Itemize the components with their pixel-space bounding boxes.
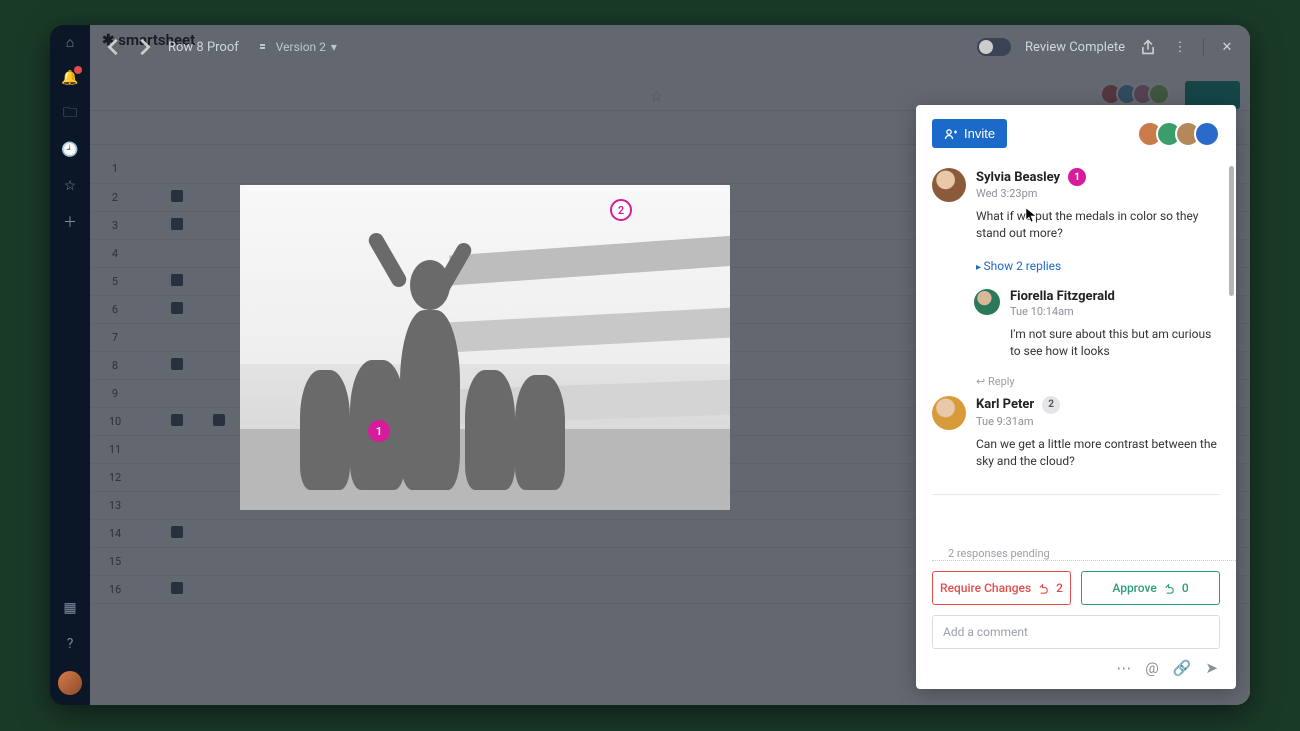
cursor-icon [1025,207,1037,223]
show-replies-link[interactable]: Show 2 replies [976,259,1220,273]
notifications-icon[interactable]: 🔔 [61,69,79,87]
comment-reply-item[interactable]: Fiorella Fitzgerald Tue 10:14am I'm not … [974,283,1220,371]
comment-text: I'm not sure about this but am curious t… [1010,326,1220,361]
comment-author: Karl Peter [976,397,1034,412]
link-icon[interactable]: 🔗 [1173,659,1192,677]
version-label: Version 2 [276,40,326,54]
comment-text: Can we get a little more contrast betwee… [976,436,1220,471]
recents-icon[interactable]: 🕘 [61,141,79,159]
responses-pending: 2 responses pending [932,547,1236,561]
comments-list: Sylvia Beasley 1 Wed 3:23pm What if we p… [916,162,1236,543]
proof-toolbar: Row 8 Proof Version 2 ▾ Review Complete … [90,25,1250,69]
share-icon[interactable] [1139,38,1157,56]
comment-time: Wed 3:23pm [976,187,1220,200]
comments-panel: Invite Sylvia Beasley 1 Wed 3:23pm [916,105,1236,689]
help-icon[interactable]: ? [61,635,79,653]
send-icon[interactable]: ➤ [1205,659,1218,677]
avatar [974,289,1000,315]
comment-author: Sylvia Beasley [976,170,1060,185]
chevron-down-icon: ▾ [331,40,337,54]
comment-author: Fiorella Fitzgerald [1010,289,1115,304]
close-icon[interactable]: ✕ [1218,38,1236,56]
require-changes-count: 2 [1056,581,1063,595]
more-icon[interactable]: ⋮ [1171,38,1189,56]
favorites-icon[interactable]: ☆ [61,177,79,195]
comment-text: What if we put the medals in color so th… [976,208,1220,243]
comment-item[interactable]: Sylvia Beasley 1 Wed 3:23pm What if we p… [932,162,1220,253]
require-changes-label: Require Changes [940,581,1031,595]
nav-back-icon[interactable] [104,38,122,56]
mention-icon[interactable]: @ [1145,659,1158,677]
proof-title: Row 8 Proof [168,40,239,55]
divider [932,494,1220,495]
comment-item[interactable]: Karl Peter 2 Tue 9:31am Can we get a lit… [932,390,1220,481]
add-comment-input[interactable]: Add a comment [932,615,1220,649]
avatar [932,168,966,202]
scrollbar[interactable] [1229,166,1234,296]
home-icon[interactable]: ⌂ [61,33,79,51]
comment-input-tools: ⋯ @ 🔗 ➤ [916,655,1236,689]
proof-image[interactable]: 1 2 [240,185,730,510]
approve-button[interactable]: Approve 0 [1081,571,1220,605]
account-avatar[interactable] [58,671,82,695]
apps-icon[interactable]: ▦ [61,599,79,617]
review-complete-toggle[interactable] [977,38,1011,56]
comment-time: Tue 9:31am [976,415,1220,428]
annotation-pin-1[interactable]: 1 [368,420,390,442]
more-icon[interactable]: ⋯ [1116,659,1131,677]
comment-pin-badge: 1 [1068,168,1086,186]
invite-label: Invite [964,126,995,141]
annotation-pin-2[interactable]: 2 [610,199,632,221]
review-complete-label: Review Complete [1025,40,1125,55]
add-icon[interactable]: ＋ [61,213,79,231]
reviewer-avatars[interactable] [1144,121,1220,147]
invite-button[interactable]: Invite [932,119,1007,148]
comment-pin-badge: 2 [1042,396,1060,414]
app-window: smartsheet ☆ 1 2 3 4 5 6 7 8 9 10 11 12 … [50,25,1250,705]
nav-forward-icon[interactable] [136,38,154,56]
reply-link[interactable]: Reply [976,375,1220,388]
avatar[interactable] [1194,121,1220,147]
require-changes-button[interactable]: Require Changes 2 [932,571,1071,605]
version-selector[interactable]: Version 2 ▾ [259,40,337,54]
avatar [932,396,966,430]
approve-label: Approve [1112,581,1156,595]
folder-icon[interactable]: 🗀 [61,105,79,123]
left-nav-rail: ⌂ 🔔 🗀 🕘 ☆ ＋ ▦ ? [50,25,90,705]
approve-count: 0 [1182,581,1189,595]
comment-time: Tue 10:14am [1010,305,1220,318]
